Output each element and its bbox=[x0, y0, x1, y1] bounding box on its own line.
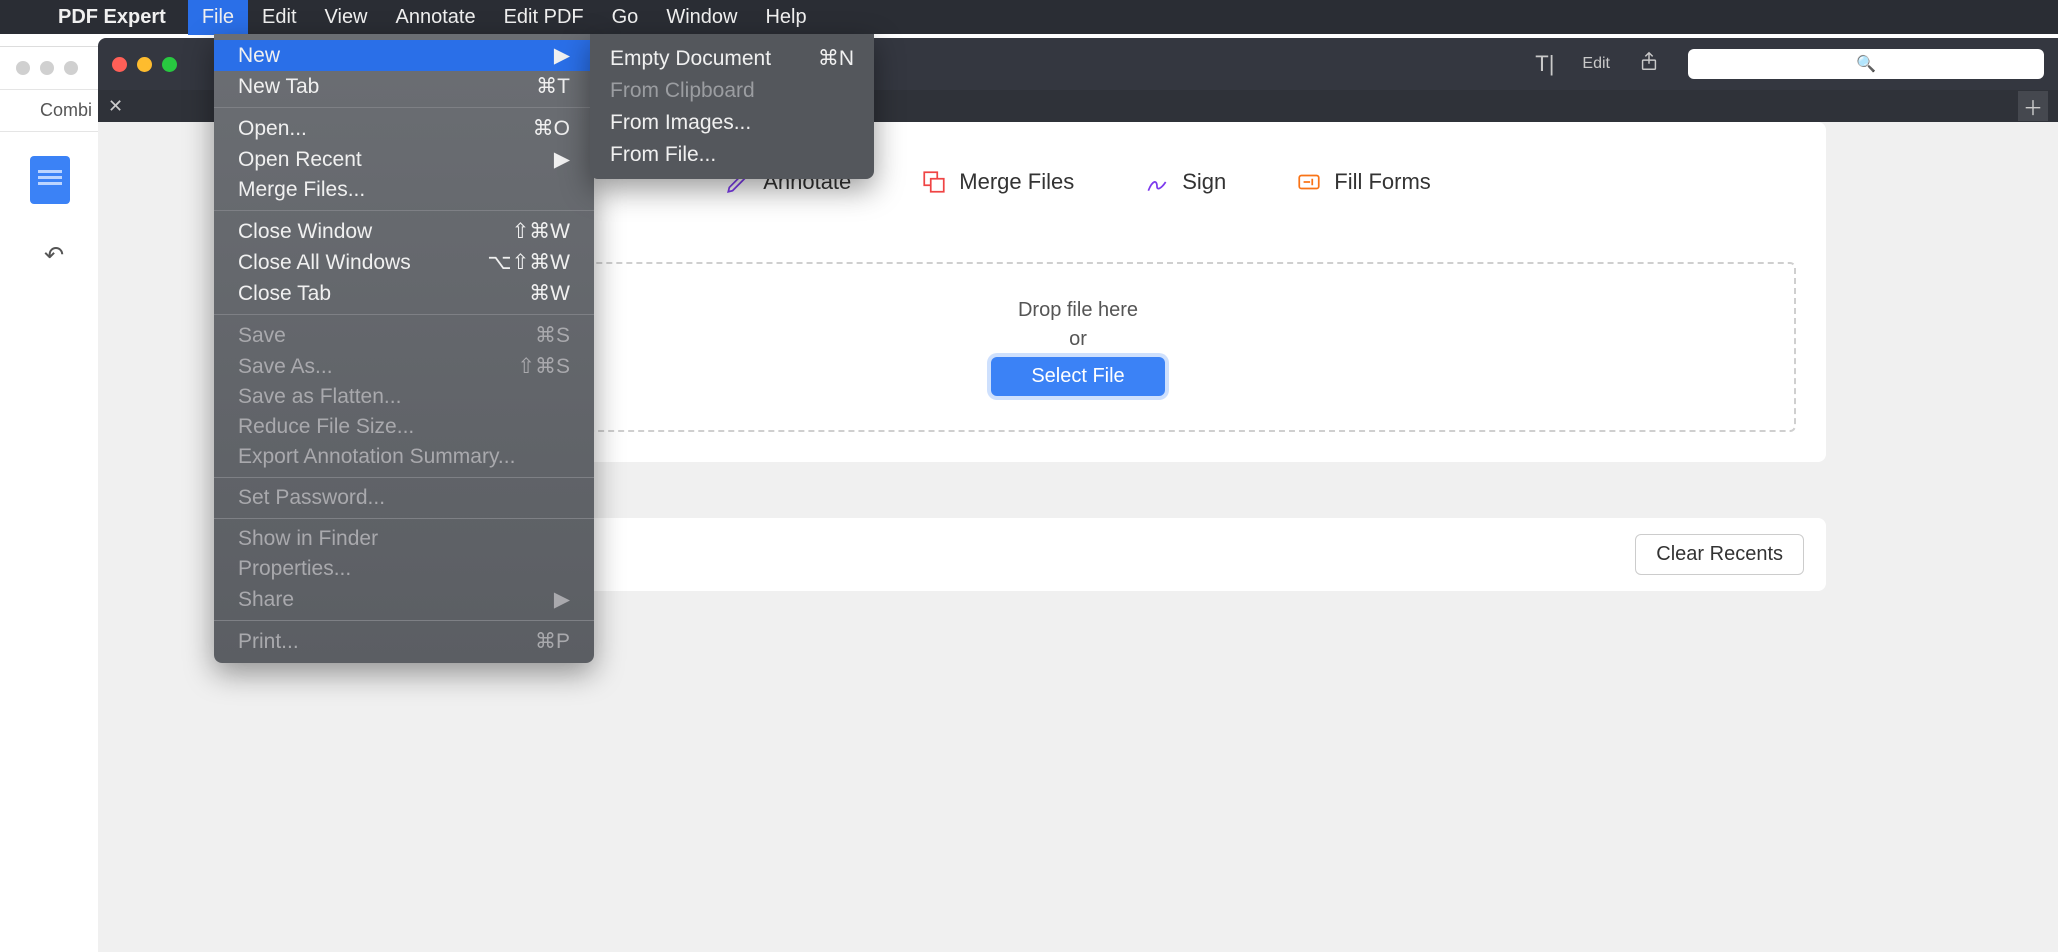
select-file-button[interactable]: Select File bbox=[991, 357, 1164, 396]
new-submenu-item[interactable]: From Images... bbox=[590, 107, 874, 139]
app-name: PDF Expert bbox=[58, 6, 166, 29]
action-sign[interactable]: Sign bbox=[1144, 169, 1226, 195]
new-submenu-item[interactable]: Empty Document⌘N bbox=[590, 42, 874, 75]
close-tab-icon[interactable]: ✕ bbox=[108, 96, 123, 117]
action-fill[interactable]: Fill Forms bbox=[1296, 169, 1431, 195]
new-submenu-item[interactable]: From File... bbox=[590, 139, 874, 171]
new-submenu-item: From Clipboard bbox=[590, 75, 874, 107]
bg-tab[interactable]: Combi bbox=[0, 89, 98, 132]
clear-recents-button[interactable]: Clear Recents bbox=[1635, 534, 1804, 575]
file-menu-item: Show in Finder bbox=[214, 524, 594, 554]
file-menu-item: Properties... bbox=[214, 554, 594, 584]
file-menu-item[interactable]: Merge Files... bbox=[214, 175, 594, 205]
file-menu-item: Save As...⇧⌘S bbox=[214, 351, 594, 382]
file-menu-item: Share▶ bbox=[214, 584, 594, 615]
background-window: Combi ↶ bbox=[0, 46, 98, 946]
action-sign-label: Sign bbox=[1182, 169, 1226, 195]
share-icon[interactable] bbox=[1638, 50, 1660, 78]
file-menu-item[interactable]: Close Tab⌘W bbox=[214, 278, 594, 309]
traffic-lights[interactable] bbox=[112, 57, 177, 72]
file-menu-item: Save as Flatten... bbox=[214, 382, 594, 412]
file-menu-item[interactable]: Open Recent▶ bbox=[214, 144, 594, 175]
search-icon: 🔍 bbox=[1856, 54, 1876, 74]
action-merge-label: Merge Files bbox=[959, 169, 1074, 195]
edit-text-icon[interactable]: T| bbox=[1535, 51, 1554, 77]
drop-line1: Drop file here bbox=[1018, 299, 1138, 322]
edit-label[interactable]: Edit bbox=[1582, 55, 1610, 73]
menu-edit[interactable]: Edit bbox=[248, 0, 310, 35]
menu-help[interactable]: Help bbox=[751, 0, 820, 35]
bg-traffic-lights bbox=[0, 47, 98, 89]
action-fill-label: Fill Forms bbox=[1334, 169, 1431, 195]
menu-editpdf[interactable]: Edit PDF bbox=[490, 0, 598, 35]
file-menu-item[interactable]: New Tab⌘T bbox=[214, 71, 594, 102]
doc-icon[interactable] bbox=[30, 156, 70, 204]
file-menu-item: Set Password... bbox=[214, 483, 594, 513]
search-input[interactable]: 🔍 bbox=[1688, 49, 2044, 79]
file-menu-dropdown: New▶New Tab⌘T Open...⌘OOpen Recent▶Merge … bbox=[214, 34, 594, 663]
file-menu-item: Reduce File Size... bbox=[214, 412, 594, 442]
file-menu-item[interactable]: Open...⌘O bbox=[214, 113, 594, 144]
mac-menubar: PDF Expert File Edit View Annotate Edit … bbox=[0, 0, 2058, 34]
menu-annotate[interactable]: Annotate bbox=[382, 0, 490, 35]
menu-window[interactable]: Window bbox=[652, 0, 751, 35]
drop-line2: or bbox=[1069, 328, 1087, 351]
file-menu-item: Save⌘S bbox=[214, 320, 594, 351]
menu-go[interactable]: Go bbox=[598, 0, 653, 35]
menu-view[interactable]: View bbox=[311, 0, 382, 35]
menu-file[interactable]: File bbox=[188, 0, 248, 35]
file-menu-item: Print...⌘P bbox=[214, 626, 594, 657]
action-merge[interactable]: Merge Files bbox=[921, 169, 1074, 195]
new-tab-button[interactable]: ＋ bbox=[2018, 91, 2048, 121]
file-menu-item: Export Annotation Summary... bbox=[214, 442, 594, 472]
new-submenu: Empty Document⌘NFrom ClipboardFrom Image… bbox=[590, 34, 874, 179]
file-menu-item[interactable]: New▶ bbox=[214, 40, 594, 71]
file-menu-item[interactable]: Close All Windows⌥⇧⌘W bbox=[214, 247, 594, 278]
undo-icon[interactable]: ↶ bbox=[44, 241, 64, 270]
file-menu-item[interactable]: Close Window⇧⌘W bbox=[214, 216, 594, 247]
